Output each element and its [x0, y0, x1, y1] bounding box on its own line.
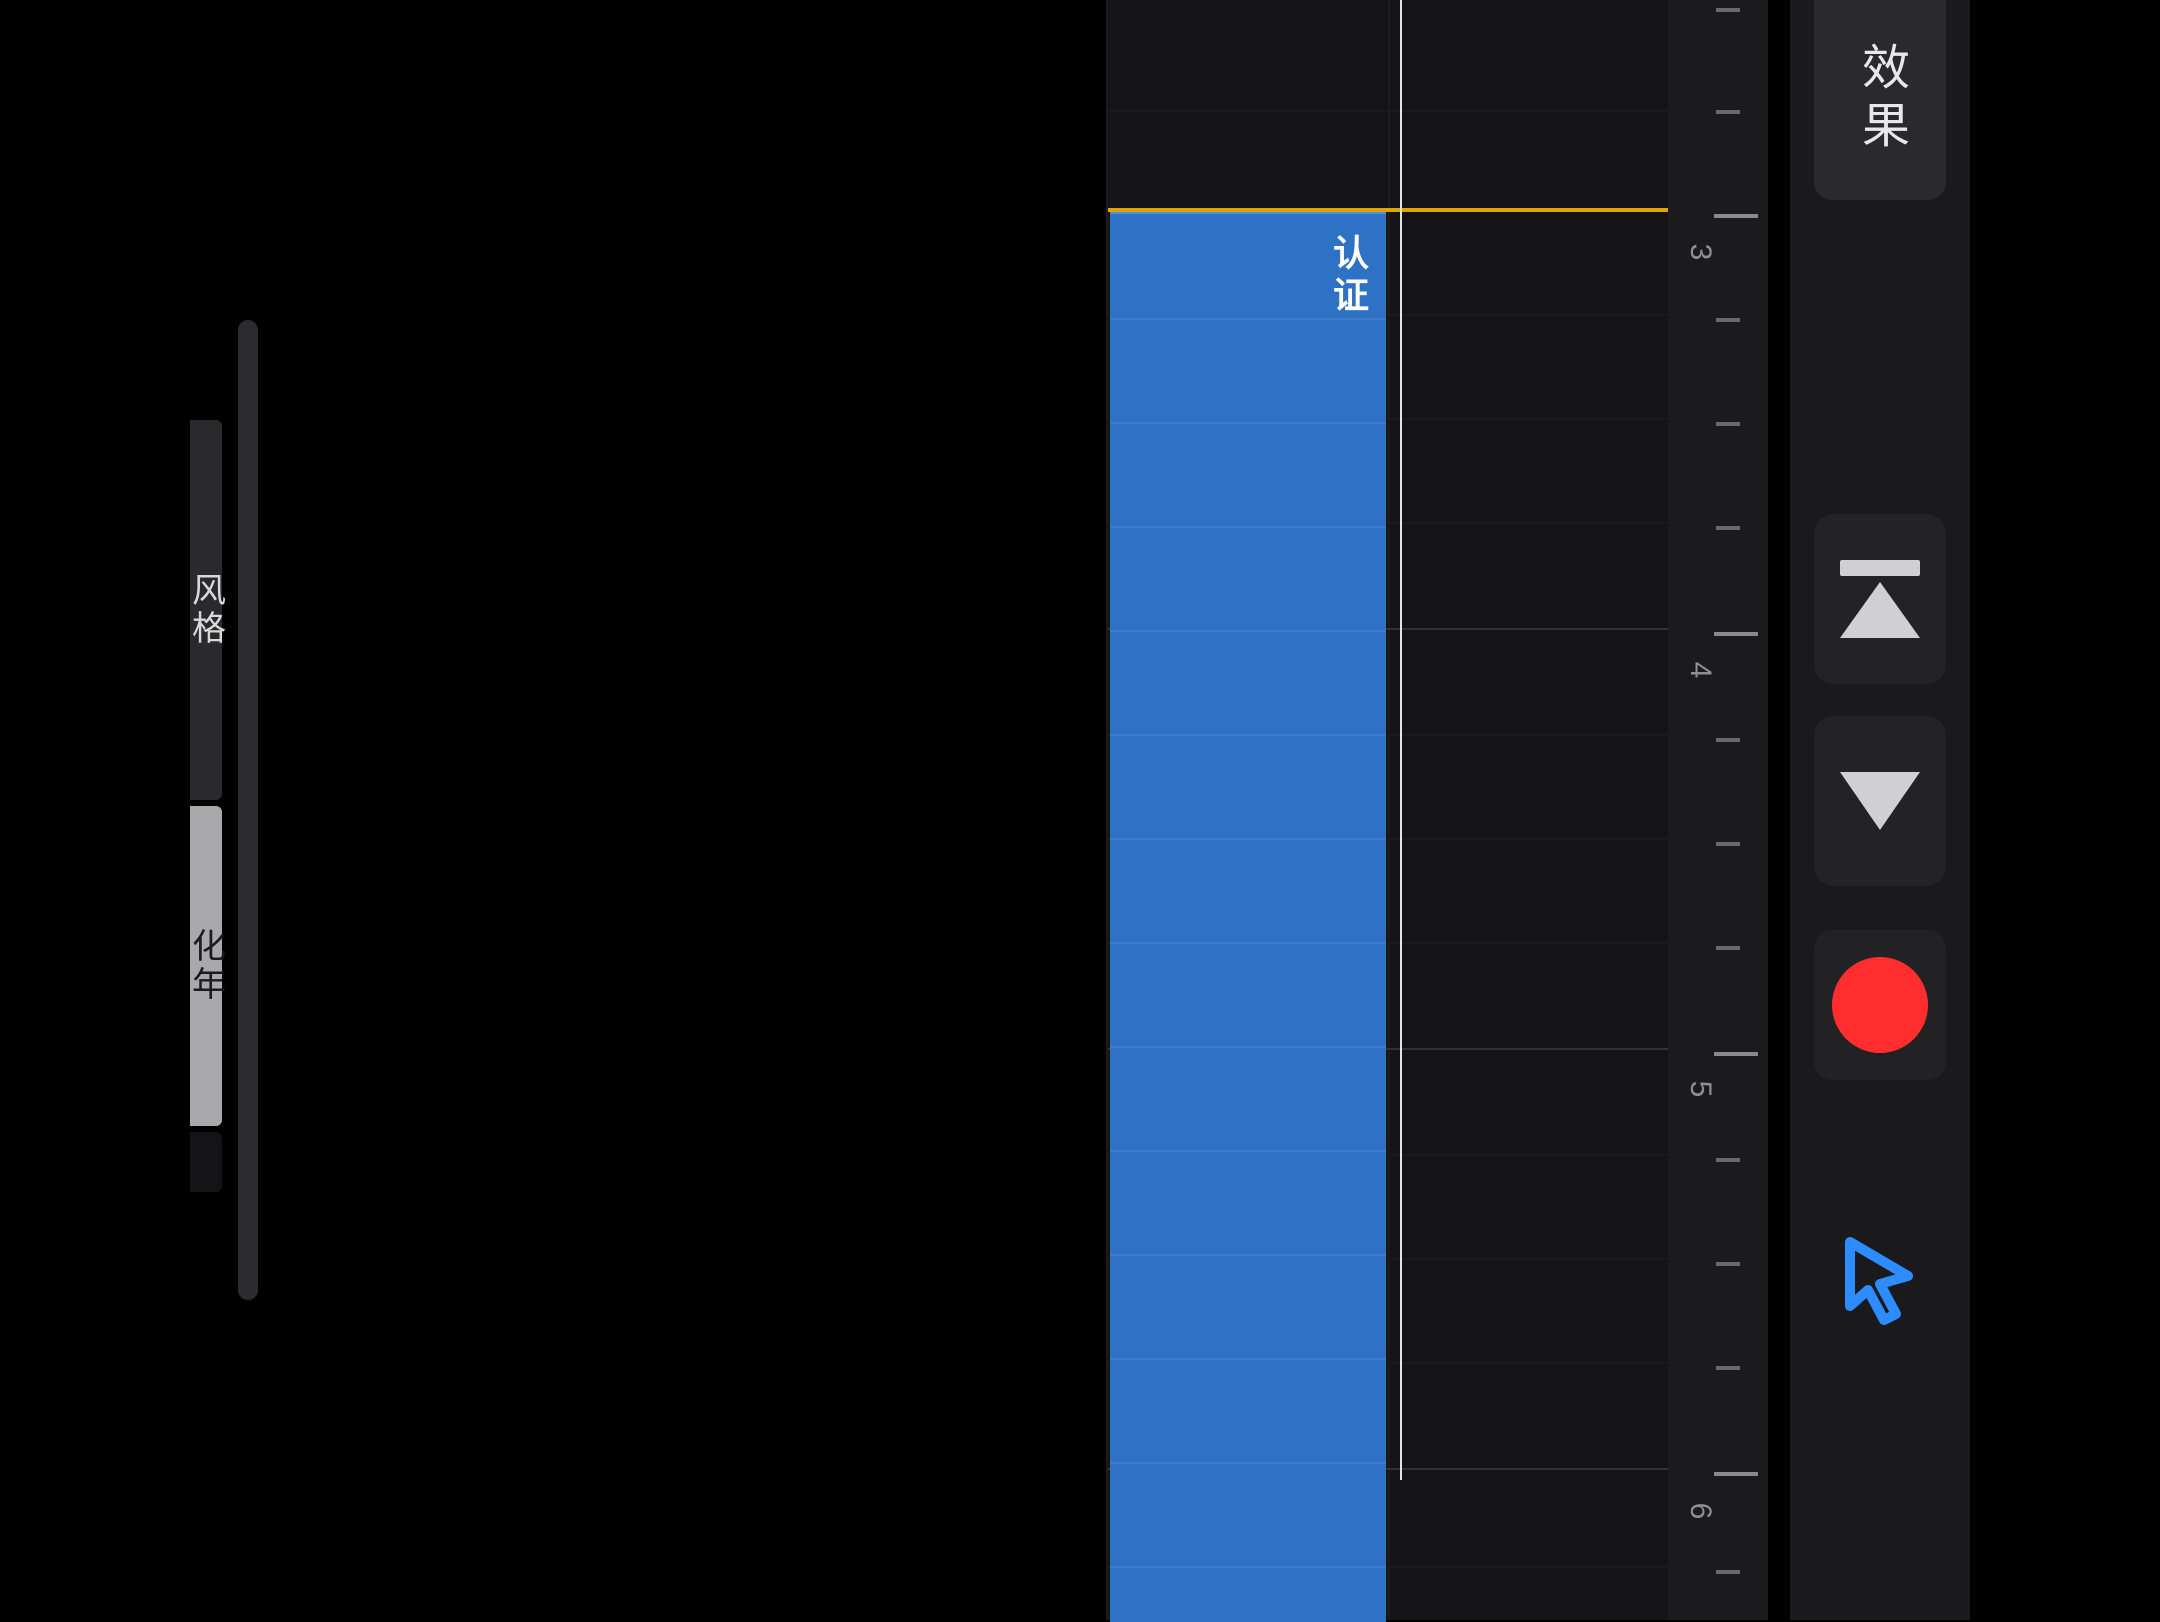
playhead[interactable] [1400, 0, 1402, 1480]
ruler-bar-number: 5 [1683, 1069, 1717, 1109]
left-toolbar-item-label: 风格 [182, 572, 231, 648]
effects-button-label: 效果 [1845, 42, 1915, 158]
ruler-tick-major [1714, 1472, 1758, 1476]
region-subdivision [1110, 1150, 1386, 1152]
transport-controls: 效果 [1790, 0, 1970, 1620]
timeline-ruler[interactable]: 3 4 5 6 [1668, 0, 1768, 1620]
ruler-tick-major [1714, 1052, 1758, 1056]
region-subdivision [1110, 526, 1386, 528]
ruler-bar-number: 4 [1683, 650, 1717, 690]
play-button[interactable] [1814, 716, 1946, 886]
scrollbar-vertical[interactable] [238, 320, 258, 1300]
ruler-tick [1716, 526, 1740, 530]
ruler-tick [1716, 1158, 1740, 1162]
app-stage: 风格 化年 认证 [190, 0, 1970, 1620]
region-subdivision [1110, 1462, 1386, 1464]
cursor-pointer-icon [1830, 1230, 1930, 1330]
region-subdivision [1110, 1046, 1386, 1048]
record-button[interactable] [1814, 930, 1946, 1080]
ruler-tick [1716, 738, 1740, 742]
region-subdivision [1110, 422, 1386, 424]
region-subdivision [1110, 734, 1386, 736]
ruler-tick [1716, 318, 1740, 322]
ruler-tick [1716, 110, 1740, 114]
ruler-tick [1716, 842, 1740, 846]
left-toolbar-tail [190, 1132, 222, 1192]
ruler-bar-number: 6 [1683, 1491, 1717, 1531]
ruler-bar-number: 3 [1683, 232, 1717, 272]
ruler-tick [1716, 1366, 1740, 1370]
region-subdivision [1110, 942, 1386, 944]
left-toolbar-item-2[interactable]: 化年 [190, 806, 222, 1126]
go-to-start-icon [1840, 560, 1920, 638]
region-label: 认证 [1322, 234, 1374, 318]
left-toolbar-cropped: 风格 化年 [190, 420, 222, 1180]
region-subdivision [1110, 838, 1386, 840]
ruler-tick [1716, 8, 1740, 12]
go-to-start-button[interactable] [1814, 514, 1946, 684]
ruler-tick [1716, 1262, 1740, 1266]
region-subdivision [1110, 1254, 1386, 1256]
left-toolbar-item-1[interactable]: 风格 [190, 420, 222, 800]
left-toolbar-item-label: 化年 [182, 928, 231, 1004]
ruler-tick-major [1714, 214, 1758, 218]
region-subdivision [1110, 630, 1386, 632]
ruler-tick [1716, 1570, 1740, 1574]
ruler-tick [1716, 422, 1740, 426]
effects-button[interactable]: 效果 [1814, 0, 1946, 200]
region-subdivision [1110, 1566, 1386, 1568]
ruler-tick [1716, 946, 1740, 950]
ruler-tick-major [1714, 632, 1758, 636]
record-icon [1832, 957, 1928, 1053]
region-subdivision [1110, 1358, 1386, 1360]
audio-region[interactable]: 认证 [1110, 212, 1386, 1622]
play-icon [1840, 772, 1920, 830]
track-separator [1388, 0, 1390, 1620]
region-subdivision [1110, 318, 1386, 320]
